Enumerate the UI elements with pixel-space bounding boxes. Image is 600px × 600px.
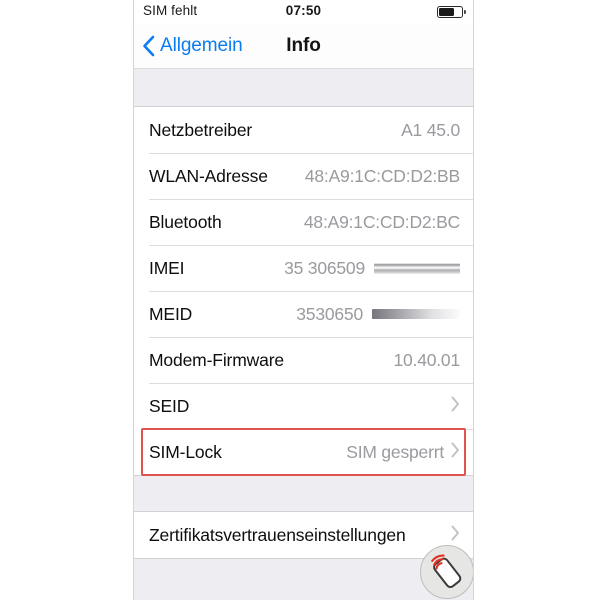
row-label: Modem-Firmware [149, 349, 284, 370]
row-value: 48:A9:1C:CD:D2:BB [304, 165, 460, 186]
row-accessory [444, 396, 460, 417]
row-accessory: A1 45.0 [401, 120, 460, 141]
row-accessory: 35 306509 [284, 258, 460, 279]
status-bar: SIM fehlt 07:50 [134, 0, 473, 24]
list-top-spacer [134, 69, 473, 106]
row-value: 3530650 [296, 303, 363, 324]
table-row[interactable]: Bluetooth 48:A9:1C:CD:D2:BC [134, 199, 473, 245]
row-value: 35 306509 [284, 257, 365, 278]
row-label: Netzbetreiber [149, 119, 253, 140]
battery-icon [437, 6, 466, 18]
battery-fill [439, 8, 455, 16]
list-section-spacer [134, 476, 473, 511]
row-label: WLAN-Adresse [149, 165, 268, 186]
settings-section-device-info: Netzbetreiber A1 45.0 WLAN-Adresse 48:A9… [134, 106, 473, 476]
row-accessory: SIM gesperrt [346, 442, 460, 463]
row-label: Zertifikatsvertrauenseinstellungen [149, 524, 406, 545]
table-row-sim-lock[interactable]: SIM-Lock SIM gesperrt [134, 428, 473, 476]
table-row[interactable]: IMEI 35 306509 [134, 245, 473, 291]
row-accessory: 3530650 [296, 304, 460, 325]
chevron-right-icon [451, 396, 460, 417]
page-title: Info [286, 35, 321, 56]
row-value: 48:A9:1C:CD:D2:BC [303, 211, 460, 232]
row-accessory: 10.40.01 [393, 350, 460, 371]
row-accessory [451, 525, 460, 546]
status-clock: 07:50 [285, 3, 322, 18]
table-row[interactable]: WLAN-Adresse 48:A9:1C:CD:D2:BB [134, 153, 473, 199]
row-label: Bluetooth [149, 211, 222, 232]
redaction-bar [374, 262, 460, 274]
row-label: MEID [149, 303, 193, 324]
row-accessory: 48:A9:1C:CD:D2:BB [305, 166, 460, 187]
table-row-seid[interactable]: SEID [134, 383, 473, 429]
table-row[interactable]: Netzbetreiber A1 45.0 [134, 107, 473, 153]
row-value: A1 45.0 [401, 119, 460, 140]
chevron-right-icon [451, 442, 460, 463]
row-accessory: 48:A9:1C:CD:D2:BC [304, 212, 460, 233]
row-label: SIM-Lock [149, 441, 222, 462]
redaction-bar [372, 309, 460, 319]
table-row[interactable]: Modem-Firmware 10.40.01 [134, 337, 473, 383]
row-value: SIM gesperrt [346, 441, 444, 462]
settings-list[interactable]: Netzbetreiber A1 45.0 WLAN-Adresse 48:A9… [134, 69, 473, 600]
nfc-tap-phone-icon[interactable] [420, 545, 473, 599]
row-label: IMEI [149, 257, 185, 278]
chevron-right-icon [451, 525, 460, 546]
phone-screen: SIM fehlt 07:50 Allgemein Info Netzbetre… [133, 0, 474, 600]
row-label: SEID [149, 395, 190, 416]
screenshot-root: SIM fehlt 07:50 Allgemein Info Netzbetre… [0, 0, 600, 600]
navigation-bar: Allgemein Info [134, 24, 473, 69]
row-value: 10.40.01 [393, 349, 460, 370]
table-row[interactable]: MEID 3530650 [134, 291, 473, 337]
